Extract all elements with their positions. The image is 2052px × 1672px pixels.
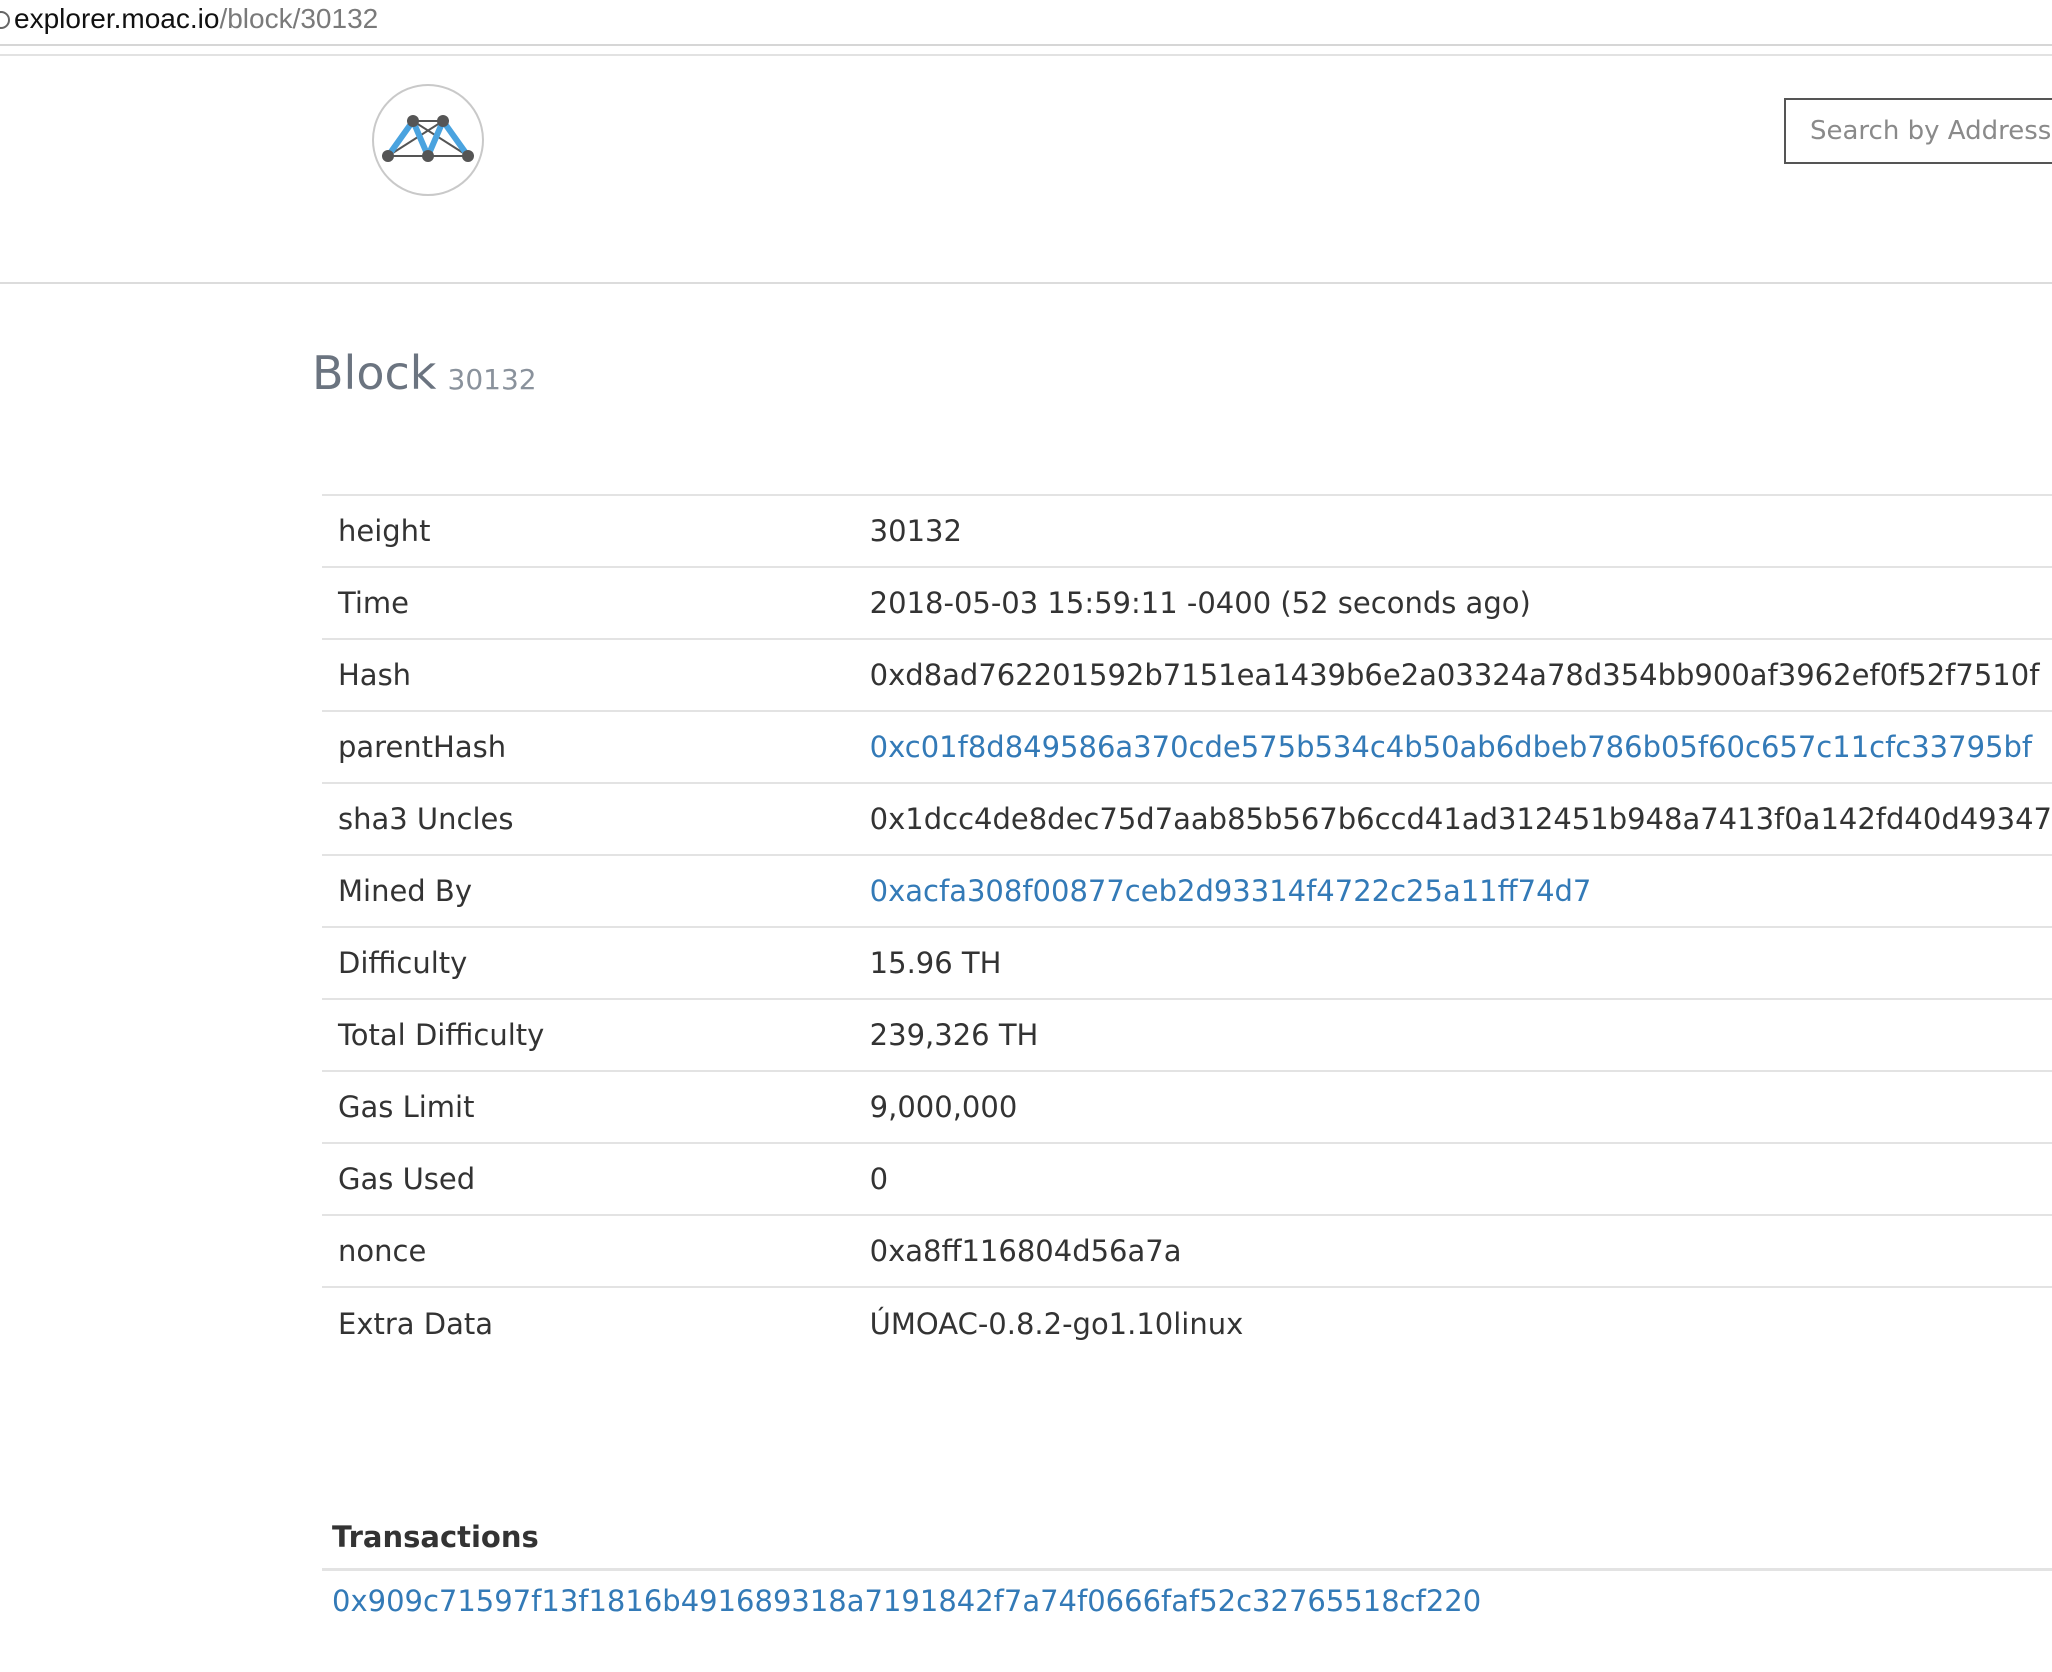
detail-label: Time: [338, 586, 409, 620]
url-host: explorer.moac.io: [14, 3, 220, 34]
detail-value: ÚMOAC-0.8.2-go1.10linux: [869, 1306, 1244, 1341]
detail-row: sha3 Uncles 0x1dcc4de8dec75d7aab85b567b6c…: [322, 783, 2052, 855]
transaction-link[interactable]: 0x909c71597f13f1816b491689318a7191842f7a…: [332, 1584, 1481, 1618]
detail-value-link[interactable]: 0xacfa308f00877ceb2d93314f4722c25a11ff74…: [870, 874, 1592, 908]
block-number-subtitle: 30132: [447, 363, 537, 396]
detail-label: Gas Used: [338, 1162, 476, 1196]
detail-value-cell: 0xc01f8d849586a370cde575b534c4b50ab6dbeb…: [870, 711, 2052, 783]
detail-label: height: [338, 514, 431, 548]
detail-row: Mined By 0xacfa308f00877ceb2d93314f4722c2…: [322, 855, 2052, 927]
detail-row: Difficulty 15.96 TH: [322, 927, 2052, 999]
detail-label: Mined By: [338, 874, 472, 908]
detail-value: 30132: [869, 514, 962, 548]
detail-value: 239,326 TH: [869, 1018, 1039, 1052]
detail-row: Total Difficulty 239,326 TH: [322, 999, 2052, 1071]
detail-value-cell: 15.96 TH: [870, 927, 2052, 999]
detail-label: Difficulty: [338, 946, 468, 980]
detail-value: 0: [869, 1162, 889, 1196]
detail-label: Hash: [338, 658, 412, 692]
detail-label: parentHash: [338, 730, 507, 764]
detail-value-cell: 0: [870, 1143, 2052, 1215]
detail-label: Total Difficulty: [338, 1018, 545, 1052]
detail-value-cell: 0x1dcc4de8dec75d7aab85b567b6ccd41ad31245…: [870, 783, 2052, 855]
detail-value: 0xa8ff116804d56a7a: [869, 1234, 1182, 1268]
detail-value-cell: 0xacfa308f00877ceb2d93314f4722c25a11ff74…: [870, 855, 2052, 927]
detail-label: Extra Data: [338, 1306, 494, 1341]
search-box[interactable]: [1784, 98, 2052, 164]
detail-label: nonce: [338, 1234, 427, 1268]
detail-value-cell: 30132: [870, 495, 2052, 567]
site-navbar: [0, 56, 2052, 284]
page-title: Block 30132: [312, 346, 537, 400]
detail-row: Extra Data ÚMOAC-0.8.2-go1.10linux: [322, 1287, 2052, 1359]
moac-logo-icon[interactable]: [372, 84, 484, 196]
transactions-heading: Transactions: [332, 1520, 539, 1554]
page-title-text: Block: [312, 346, 437, 400]
detail-value: 15.96 TH: [869, 946, 1002, 980]
detail-value: 2018-05-03 15:59:11 -0400 (52 seconds ag…: [869, 586, 1531, 620]
detail-value-cell: ÚMOAC-0.8.2-go1.10linux: [870, 1287, 2052, 1359]
block-details-table: height 30132 Time 2018-05-03 15:59:11 -0400…: [322, 494, 2052, 1359]
site-info-icon[interactable]: [0, 11, 10, 29]
detail-value-cell: 0xd8ad762201592b7151ea1439b6e2a03324a78d…: [870, 639, 2052, 711]
detail-value-cell: 2018-05-03 15:59:11 -0400 (52 seconds ag…: [870, 567, 2052, 639]
transactions-divider: [322, 1568, 2052, 1571]
search-input[interactable]: [1786, 100, 2052, 162]
url-path: /block/30132: [219, 3, 379, 34]
detail-row: nonce 0xa8ff116804d56a7a: [322, 1215, 2052, 1287]
detail-label: Gas Limit: [338, 1090, 475, 1124]
detail-value: 0xd8ad762201592b7151ea1439b6e2a03324a78d…: [869, 658, 2040, 692]
detail-value: 0x1dcc4de8dec75d7aab85b567b6ccd41ad31245…: [869, 802, 2052, 836]
detail-value-link[interactable]: 0xc01f8d849586a370cde575b534c4b50ab6dbeb…: [870, 730, 2032, 764]
detail-row: Gas Used 0: [322, 1143, 2052, 1215]
detail-row: Hash 0xd8ad762201592b7151ea1439b6e2a03324…: [322, 639, 2052, 711]
browser-address-bar[interactable]: explorer.moac.io/block/30132: [0, 0, 2052, 56]
moac-logo-graphic: [382, 115, 474, 162]
detail-row: Gas Limit 9,000,000: [322, 1071, 2052, 1143]
detail-value-cell: 239,326 TH: [870, 999, 2052, 1071]
detail-label: sha3 Uncles: [338, 802, 514, 836]
detail-row: Time 2018-05-03 15:59:11 -0400 (52 second…: [322, 567, 2052, 639]
detail-row: parentHash 0xc01f8d849586a370cde575b534c4…: [322, 711, 2052, 783]
detail-value: 9,000,000: [869, 1090, 1018, 1124]
url-text[interactable]: explorer.moac.io/block/30132: [14, 0, 378, 38]
detail-row: height 30132: [322, 495, 2052, 567]
detail-value-cell: 0xa8ff116804d56a7a: [870, 1215, 2052, 1287]
detail-value-cell: 9,000,000: [870, 1071, 2052, 1143]
